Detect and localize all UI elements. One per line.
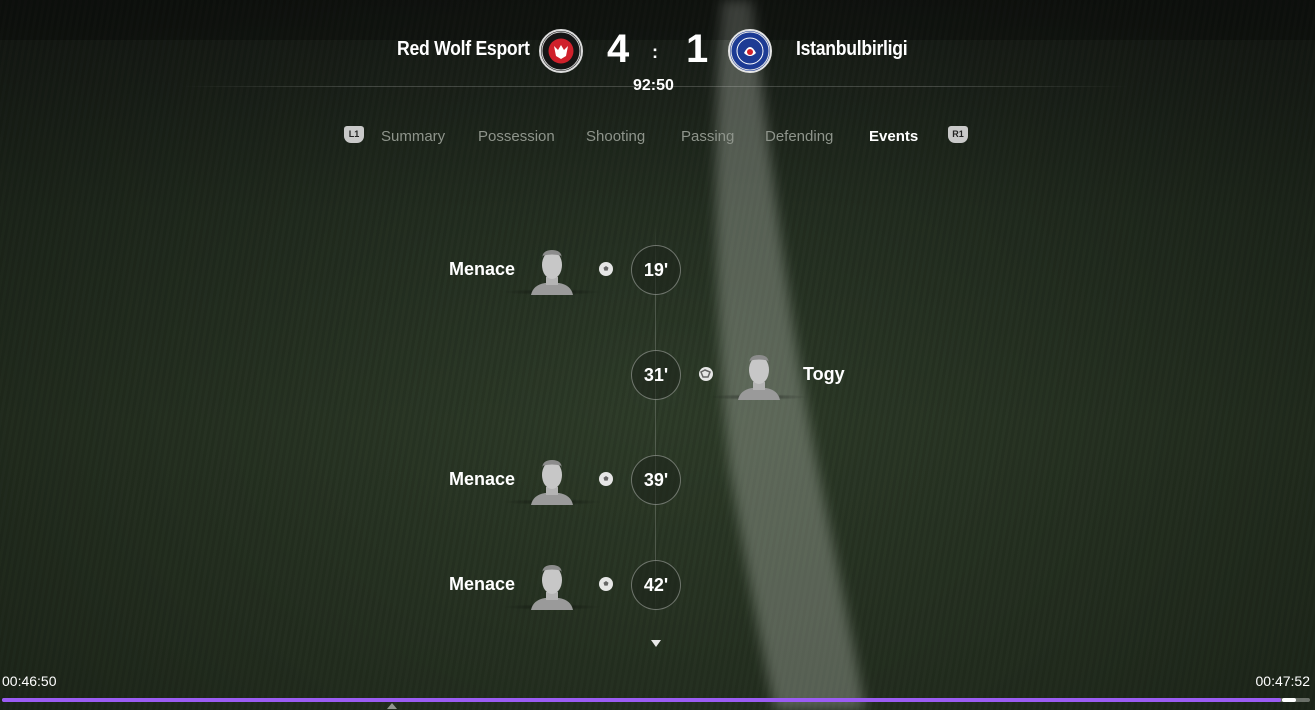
home-team-name: Red Wolf Esport	[397, 38, 530, 60]
home-score: 4	[607, 27, 630, 71]
stats-tabs: L1 Summary Possession Shooting Passing D…	[0, 124, 1315, 154]
event-row: Menace 19'	[0, 245, 1315, 297]
away-score: 1	[686, 27, 709, 71]
tab-passing[interactable]: Passing	[681, 128, 734, 145]
video-current-time: 00:46:50	[2, 673, 57, 689]
video-progress-handle[interactable]	[1282, 698, 1296, 702]
tab-defending[interactable]: Defending	[765, 128, 833, 145]
scoreboard: Red Wolf Esport 4 : 1 Istanbulbirligi 92…	[0, 0, 1315, 100]
l1-button-icon[interactable]: L1	[344, 126, 364, 143]
tab-possession[interactable]: Possession	[478, 128, 555, 145]
video-progress-fill	[2, 698, 1282, 702]
player-name: Menace	[449, 469, 516, 489]
event-row: 31' Togy	[0, 350, 1315, 402]
tab-summary[interactable]: Summary	[381, 128, 445, 145]
event-minute: 19'	[631, 245, 681, 295]
score-separator: :	[652, 42, 658, 62]
chelsea-crest-icon	[728, 29, 772, 73]
scroll-down-arrow-icon[interactable]	[651, 640, 661, 647]
event-minute: 39'	[631, 455, 681, 505]
goal-ball-icon	[699, 367, 713, 381]
player-name: Togy	[803, 364, 845, 384]
player-avatar-icon	[531, 250, 573, 295]
player-avatar-icon	[531, 565, 573, 610]
away-team-name: Istanbulbirligi	[796, 38, 908, 60]
player-avatar-icon	[531, 460, 573, 505]
video-end-time: 00:47:52	[1255, 673, 1311, 689]
goal-ball-icon	[599, 472, 613, 486]
goal-ball-icon	[599, 262, 613, 276]
player-name: Menace	[449, 259, 516, 279]
event-row: Menace 42'	[0, 560, 1315, 612]
tab-shooting[interactable]: Shooting	[586, 128, 645, 145]
event-row: Menace 39'	[0, 455, 1315, 507]
match-clock: 92:50	[633, 77, 674, 94]
player-avatar-icon	[738, 355, 780, 400]
event-minute: 31'	[631, 350, 681, 400]
r1-button-icon[interactable]: R1	[948, 126, 968, 143]
player-name: Menace	[449, 574, 516, 594]
timeline-marker-icon	[387, 703, 397, 709]
red-wolf-crest-icon	[539, 29, 583, 73]
tab-events[interactable]: Events	[869, 128, 918, 145]
goal-ball-icon	[599, 577, 613, 591]
event-minute: 42'	[631, 560, 681, 610]
video-progress-bar[interactable]	[2, 698, 1310, 702]
